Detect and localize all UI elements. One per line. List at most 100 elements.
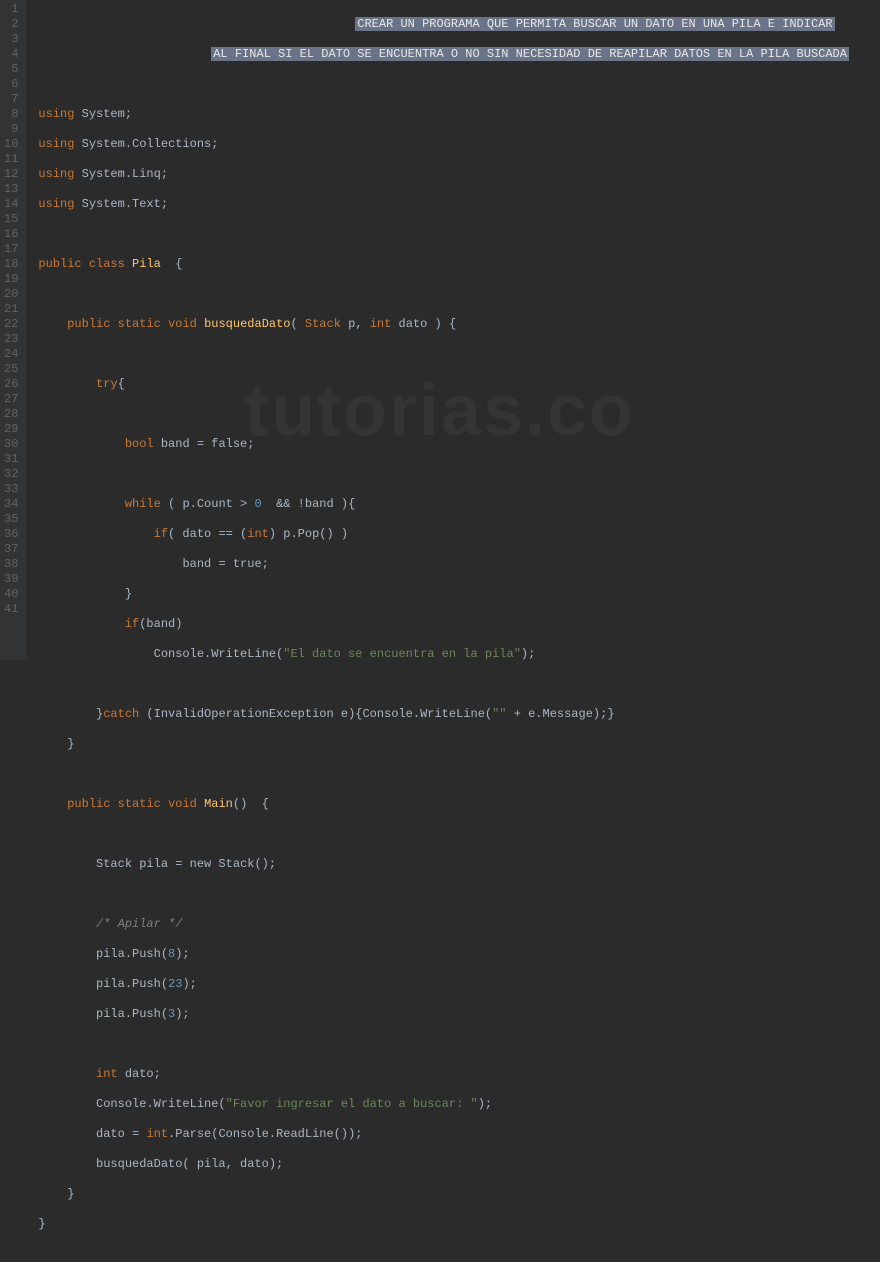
keyword-class: class <box>89 257 125 271</box>
line-number: 40 <box>4 587 18 602</box>
line-number: 5 <box>4 62 18 77</box>
brace: } <box>38 1217 45 1231</box>
code-text: Stack pila = new Stack(); <box>96 857 276 871</box>
code-text: () { <box>233 797 269 811</box>
number-literal: 0 <box>254 497 261 511</box>
keyword-if: if <box>125 617 139 631</box>
keyword-using: using <box>38 137 74 151</box>
brace: } <box>67 1187 74 1201</box>
line-number: 18 <box>4 257 18 272</box>
line-number: 8 <box>4 107 18 122</box>
keyword-using: using <box>38 107 74 121</box>
param: dato ) { <box>391 317 456 331</box>
line-number: 6 <box>4 77 18 92</box>
line-number: 35 <box>4 512 18 527</box>
code-text: ); <box>521 647 535 661</box>
keyword-int: int <box>96 1067 118 1081</box>
keyword-static: static <box>118 797 161 811</box>
keyword-int: int <box>146 1127 168 1141</box>
code-text: Console.WriteLine( <box>96 1097 226 1111</box>
line-number: 38 <box>4 557 18 572</box>
line-number: 41 <box>4 602 18 617</box>
code-text: ); <box>478 1097 492 1111</box>
method-name: busquedaDato <box>204 317 290 331</box>
line-number: 17 <box>4 242 18 257</box>
code-text: ) p.Pop() ) <box>269 527 348 541</box>
line-number: 30 <box>4 437 18 452</box>
line-number: 33 <box>4 482 18 497</box>
line-number: 4 <box>4 47 18 62</box>
brace: { <box>161 257 183 271</box>
line-number-gutter: 1234567891011121314151617181920212223242… <box>0 0 26 660</box>
line-number: 13 <box>4 182 18 197</box>
selected-comment-line2: AL FINAL SI EL DATO SE ENCUENTRA O NO SI… <box>211 47 849 61</box>
namespace: System; <box>82 107 132 121</box>
keyword-public: public <box>38 257 81 271</box>
brace: { <box>118 377 125 391</box>
code-text: busquedaDato( pila, dato); <box>96 1157 283 1171</box>
code-area[interactable]: CREAR UN PROGRAMA QUE PERMITA BUSCAR UN … <box>26 0 880 660</box>
code-text: + e.Message);} <box>507 707 615 721</box>
class-name: Pila <box>132 257 161 271</box>
namespace: System.Text; <box>82 197 168 211</box>
line-number: 19 <box>4 272 18 287</box>
code-editor: 1234567891011121314151617181920212223242… <box>0 0 880 660</box>
keyword-public: public <box>67 317 110 331</box>
namespace: System.Linq; <box>82 167 168 181</box>
keyword-using: using <box>38 197 74 211</box>
line-number: 16 <box>4 227 18 242</box>
line-number: 1 <box>4 2 18 17</box>
code-text: && !band ){ <box>262 497 356 511</box>
keyword-using: using <box>38 167 74 181</box>
keyword-while: while <box>125 497 161 511</box>
code-text: .Parse(Console.ReadLine()); <box>168 1127 362 1141</box>
line-number: 2 <box>4 17 18 32</box>
line-number: 3 <box>4 32 18 47</box>
line-number: 22 <box>4 317 18 332</box>
code-text: dato; <box>118 1067 161 1081</box>
line-number: 27 <box>4 392 18 407</box>
code-text: band = true; <box>182 557 268 571</box>
line-number: 25 <box>4 362 18 377</box>
line-number: 31 <box>4 452 18 467</box>
keyword-void: void <box>168 797 197 811</box>
line-number: 9 <box>4 122 18 137</box>
line-number: 15 <box>4 212 18 227</box>
line-number: 37 <box>4 542 18 557</box>
number-literal: 8 <box>168 947 175 961</box>
line-number: 26 <box>4 377 18 392</box>
keyword-try: try <box>96 377 118 391</box>
line-number: 21 <box>4 302 18 317</box>
comment: /* Apilar */ <box>96 917 182 931</box>
line-number: 28 <box>4 407 18 422</box>
code-text: Console.WriteLine( <box>154 647 284 661</box>
line-number: 12 <box>4 167 18 182</box>
code-text: ); <box>182 977 196 991</box>
code-text: ( p.Count > <box>161 497 255 511</box>
line-number: 36 <box>4 527 18 542</box>
code-text: band = false; <box>154 437 255 451</box>
string-literal: "" <box>492 707 506 721</box>
line-number: 14 <box>4 197 18 212</box>
brace: } <box>67 737 74 751</box>
line-number: 24 <box>4 347 18 362</box>
code-text: pila.Push( <box>96 947 168 961</box>
code-text: ); <box>175 947 189 961</box>
line-number: 32 <box>4 467 18 482</box>
keyword-void: void <box>168 317 197 331</box>
keyword-if: if <box>154 527 168 541</box>
line-number: 23 <box>4 332 18 347</box>
method-name: Main <box>204 797 233 811</box>
line-number: 7 <box>4 92 18 107</box>
line-number: 11 <box>4 152 18 167</box>
code-text: ); <box>175 1007 189 1021</box>
keyword-int: int <box>370 317 392 331</box>
line-number: 10 <box>4 137 18 152</box>
type-stack: Stack <box>305 317 341 331</box>
keyword-static: static <box>118 317 161 331</box>
selected-comment-line1: CREAR UN PROGRAMA QUE PERMITA BUSCAR UN … <box>355 17 834 31</box>
number-literal: 23 <box>168 977 182 991</box>
code-text: (InvalidOperationException e){Console.Wr… <box>139 707 492 721</box>
code-text: pila.Push( <box>96 1007 168 1021</box>
code-text: (band) <box>139 617 182 631</box>
